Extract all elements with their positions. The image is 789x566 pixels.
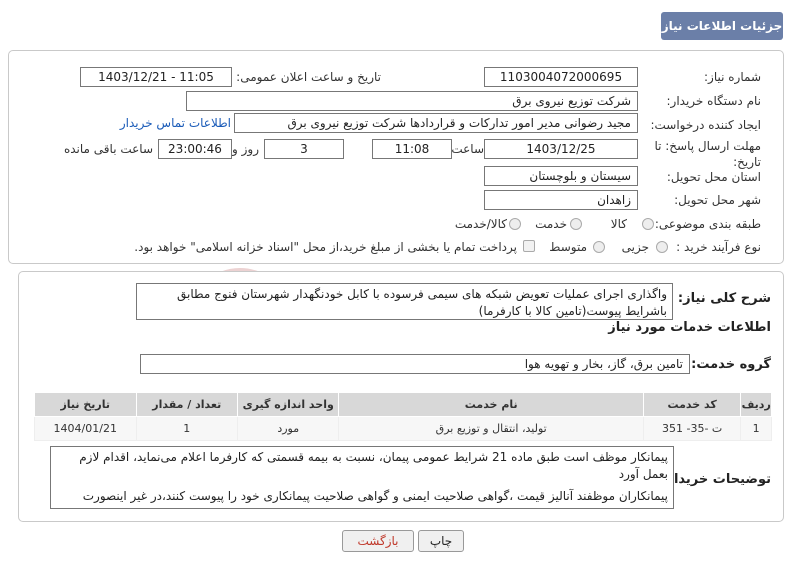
buyer-notes-label: توضیحات خریدار: [661,472,771,487]
summary-label: شرح کلی نیاز: [677,291,771,306]
announce-label: تاریخ و ساعت اعلان عمومی: [236,70,381,84]
remaining-time-field: 23:00:46 [158,139,232,159]
category-radio-service[interactable] [570,218,582,230]
time-label: ساعت [451,142,484,156]
table-row: 1 ت -35- 351 تولید، انتقال و توزیع برق م… [34,416,772,441]
buyer-notes-line-2: پیمانکاران موظفند آنالیز قیمت ،گواهی صلا… [82,489,668,503]
days-label: روز و [232,142,259,156]
announce-field: 1403/12/21 - 11:05 [80,67,232,87]
buyer-label: نام دستگاه خریدار: [666,94,762,108]
services-heading: اطلاعات خدمات مورد نیاز [608,320,771,335]
buyer-notes-textarea[interactable]: پیمانکار موظف است طبق ماده 21 شرایط عموم… [50,446,674,509]
city-label: شهر محل تحویل: [674,193,761,207]
process-option-minor: جزیی [621,240,649,254]
table-header-row: ردیف کد خدمت نام خدمت واحد اندازه گیری ت… [34,392,772,417]
cell-date: 1404/01/21 [34,416,137,441]
process-option-medium: متوسط [549,240,587,254]
cell-qty: 1 [135,416,238,441]
process-radio-medium[interactable] [593,241,605,253]
category-radio-goods-service[interactable] [509,218,521,230]
deadline-label: مهلت ارسال پاسخ: تا تاریخ: [654,139,761,169]
contact-info-link[interactable]: اطلاعات تماس خریدار [120,116,231,130]
col-date-header: تاریخ نیاز [34,392,137,417]
col-name-header: نام خدمت [338,392,644,417]
cell-row: 1 [740,416,772,441]
process-label: نوع فرآیند خرید : [676,240,761,254]
back-button[interactable]: بازگشت [342,530,414,552]
service-group-label: گروه خدمت: [691,357,771,372]
need-number-label: شماره نیاز: [704,70,761,84]
creator-field: مجید رضوانی مدیر امور تدارکات و قرارداده… [234,113,638,133]
province-field: سیستان و بلوچستان [484,166,638,186]
services-table: ردیف کد خدمت نام خدمت واحد اندازه گیری ت… [34,392,772,441]
print-button[interactable]: چاپ [418,530,464,552]
buyer-notes-line-1: پیمانکار موظف است طبق ماده 21 شرایط عموم… [79,450,668,481]
cell-unit: مورد [236,416,340,441]
cell-name: تولید، انتقال و توزیع برق [338,416,644,441]
treasury-checkbox[interactable] [523,240,535,252]
process-radio-minor[interactable] [656,241,668,253]
cell-code: ت -35- 351 [642,416,742,441]
creator-label: ایجاد کننده درخواست: [650,118,761,132]
city-field: زاهدان [484,190,638,210]
category-radio-goods[interactable] [642,218,654,230]
payment-note: پرداخت تمام یا بخشی از مبلغ خرید،از محل … [134,240,517,254]
buyer-field: شرکت توزیع نیروی برق [186,91,638,111]
col-qty-header: تعداد / مقدار [135,392,238,417]
category-option-service: خدمت [535,217,567,231]
deadline-time-field: 11:08 [372,139,452,159]
category-label: طبقه بندی موضوعی: [654,217,761,231]
col-code-header: کد خدمت [642,392,742,417]
remaining-label: ساعت باقی مانده [63,142,153,156]
province-label: استان محل تحویل: [666,170,761,184]
page-title: جزئیات اطلاعات نیاز [661,12,783,40]
category-option-goods: کالا [610,217,627,231]
col-unit-header: واحد اندازه گیری [236,392,340,417]
col-row-header: ردیف [740,392,772,417]
need-number-field: 1103004072000695 [484,67,638,87]
service-group-field: تامین برق، گاز، بخار و تهویه هوا [140,354,690,374]
category-option-goods-service: کالا/خدمت [454,217,507,231]
days-field: 3 [264,139,344,159]
summary-textarea: واگذاری اجرای عملیات تعویض شبکه های سیمی… [136,283,673,320]
header-bar: جزئیات اطلاعات نیاز [8,6,789,42]
deadline-date-field: 1403/12/25 [484,139,638,159]
